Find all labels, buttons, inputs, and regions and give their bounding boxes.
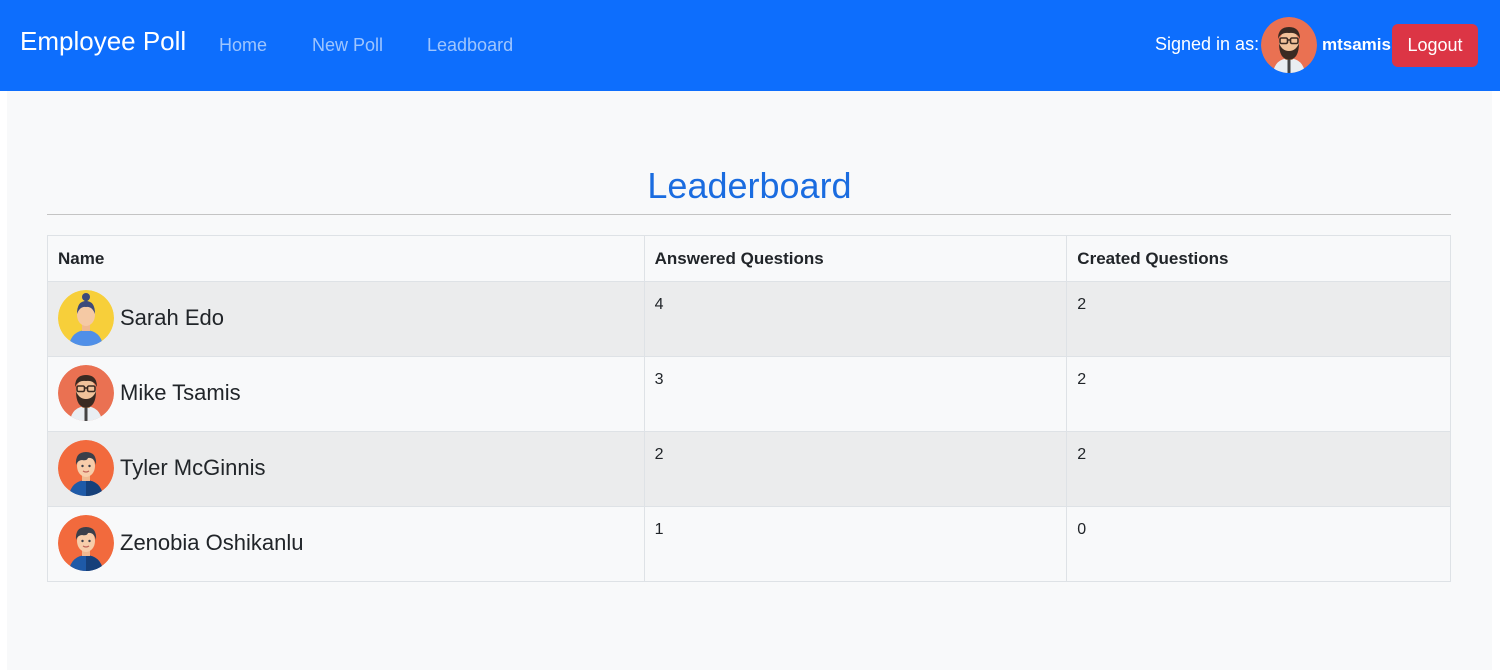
user-name: Zenobia Oshikanlu [120,530,304,555]
user-cell: Zenobia Oshikanlu [47,506,645,582]
bearded-man-avatar-icon [58,365,114,421]
app-brand[interactable]: Employee Poll [20,26,186,57]
user-name: Sarah Edo [120,305,224,330]
woman-avatar-icon [58,290,114,346]
user-name: Mike Tsamis [120,380,241,405]
title-divider [47,214,1451,215]
username: mtsamis [1322,35,1391,54]
header-answered-questions: Answered Questions [643,235,1068,282]
user-cell: Tyler McGinnis [47,431,645,507]
leaderboard-table: Name Answered Questions Created Question… [47,235,1451,582]
logout-button[interactable]: Logout [1392,24,1478,67]
user-cell: Sarah Edo [47,281,645,357]
answered-count: 2 [643,431,1068,507]
header-name: Name [47,235,645,282]
signed-in-label: Signed in as: [1155,34,1260,54]
table-row: Sarah Edo 4 2 [47,281,1451,357]
user-cell: Mike Tsamis [47,356,645,432]
avatar [58,440,114,496]
avatar [58,515,114,571]
nav-link-home[interactable]: Home [219,35,267,56]
table-row: Zenobia Oshikanlu 1 0 [47,506,1451,582]
avatar [58,290,114,346]
answered-count: 4 [643,281,1068,357]
created-count: 2 [1066,281,1451,357]
user-avatar [1261,17,1317,73]
answered-count: 1 [643,506,1068,582]
created-count: 2 [1066,356,1451,432]
young-man-avatar-icon [58,515,114,571]
created-count: 0 [1066,506,1451,582]
table-row: Mike Tsamis 3 2 [47,356,1451,432]
bearded-man-avatar-icon [1261,17,1317,73]
main-content: Leaderboard Name Answered Questions Crea… [7,91,1492,670]
user-name: Tyler McGinnis [120,455,266,480]
header-created-questions: Created Questions [1066,235,1451,282]
avatar [58,365,114,421]
table-header-row: Name Answered Questions Created Question… [47,235,1451,282]
created-count: 2 [1066,431,1451,507]
nav-link-leaderboard[interactable]: Leadboard [427,35,513,56]
top-navbar: Employee Poll Home New Poll Leadboard Si… [0,0,1500,91]
nav-link-new-poll[interactable]: New Poll [312,35,383,56]
table-row: Tyler McGinnis 2 2 [47,431,1451,507]
page-title: Leaderboard [647,165,852,206]
answered-count: 3 [643,356,1068,432]
young-man-avatar-icon [58,440,114,496]
